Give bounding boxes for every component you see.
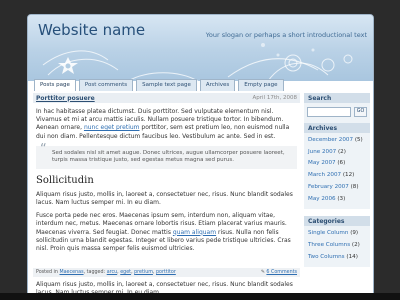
post-paragraph-1: In hac habitasse platea dictumst. Duis p… [36,108,297,141]
comments-meta: ✎ 6 Comments [261,270,297,275]
comment-icon: ✎ [260,270,265,275]
category-count: (14) [346,253,358,260]
archive-item: December 2007 (5) [308,135,366,147]
tab-post-comments[interactable]: Post comments [78,79,134,91]
category-link[interactable]: Two Columns [308,254,345,260]
archive-link[interactable]: December 2007 [308,137,353,143]
page-container: Website name Your slogan or perhaps a sh… [27,14,374,300]
archive-count: (2) [337,148,346,155]
tag-link[interactable]: eget [120,270,131,275]
categories-list: Single Column (9) Three Columns (2) Two … [304,226,370,268]
category-link[interactable]: Maecenas [59,270,83,275]
archive-item: June 2007 (2) [308,147,366,159]
post-footer: Posted in Maecenas, tagged: arcu, eget, … [33,268,300,277]
archive-count: (6) [337,160,346,167]
archives-widget-title: Archives [304,123,370,133]
archive-item: May 2006 (3) [308,194,366,206]
archive-link[interactable]: June 2007 [308,149,336,155]
archives-list: December 2007 (5) June 2007 (2) May 2007… [304,133,370,210]
archive-link[interactable]: February 2007 [308,184,349,190]
main-content: Porttitor posuere April 17th, 2008 In ha… [33,93,300,299]
archive-link[interactable]: May 2007 [308,160,336,166]
category-item: Three Columns (2) [308,240,366,252]
post-paragraph-2: Aliquam risus justo, mollis in, laoreet … [36,190,293,207]
tab-archives[interactable]: Archives [199,79,236,91]
site-header: Website name Your slogan or perhaps a sh… [28,15,373,81]
quote-icon: “ [40,141,47,157]
category-item: Single Column (9) [308,228,366,240]
category-count: (2) [351,241,360,248]
category-item: Two Columns (14) [308,252,366,264]
sidebar: Search GO Archives December 2007 (5) Jun… [304,93,370,299]
blockquote: “ Sed sodales nisl sit amet augue. Donec… [36,141,297,169]
comments-link[interactable]: 6 Comments [266,270,297,275]
tag-link[interactable]: pretium [134,270,153,275]
search-widget: GO [304,103,370,123]
post-meta: Posted in Maecenas, tagged: arcu, eget, … [36,270,176,275]
post-title-link[interactable]: Porttitor posuere [36,95,95,102]
archive-count: (8) [350,183,359,190]
archive-item: March 2007 (12) [308,170,366,182]
tag-link[interactable]: arcu [107,270,117,275]
category-link[interactable]: Single Column [308,230,348,236]
post-header: Porttitor posuere April 17th, 2008 [33,93,300,103]
archive-link[interactable]: March 2007 [308,172,341,178]
post-date: April 17th, 2008 [252,95,297,101]
archive-item: May 2007 (6) [308,158,366,170]
archive-count: (5) [354,137,363,143]
nav-tabs: Posts page Post comments Sample text pag… [34,79,284,91]
search-widget-title: Search [304,93,370,103]
search-button[interactable]: GO [354,107,367,117]
tab-sample-text-page[interactable]: Sample text page [136,79,197,91]
category-count: (9) [350,230,359,237]
tab-empty-page[interactable]: Empty page [238,79,284,91]
archive-count: (12) [342,172,355,179]
quote-text: Sed sodales nisl sit amet augue. Donec u… [52,149,285,164]
site-slogan: Your slogan or perhaps a short introduct… [205,31,367,39]
category-link[interactable]: Three Columns [308,242,350,248]
site-title[interactable]: Website name [38,21,145,39]
archive-link[interactable]: May 2006 [308,196,336,202]
search-input[interactable] [307,107,351,117]
meta-tags-prefix: , tagged: [83,270,107,275]
archive-item: February 2007 (8) [308,182,366,194]
post-paragraph-3: Fusce porta pede nec eros. Maecenas ipsu… [36,212,297,253]
bottom-bar [0,293,400,300]
section-heading: Sollicitudin [36,174,94,186]
meta-prefix: Posted in [36,270,60,275]
tab-posts-page[interactable]: Posts page [34,79,76,91]
categories-widget-title: Categories [304,216,370,227]
archive-count: (3) [337,195,346,202]
inline-link[interactable]: nunc eget pretium [84,124,140,131]
inline-link[interactable]: quam aliquam [173,229,216,236]
tag-link[interactable]: porttitor [156,270,176,275]
